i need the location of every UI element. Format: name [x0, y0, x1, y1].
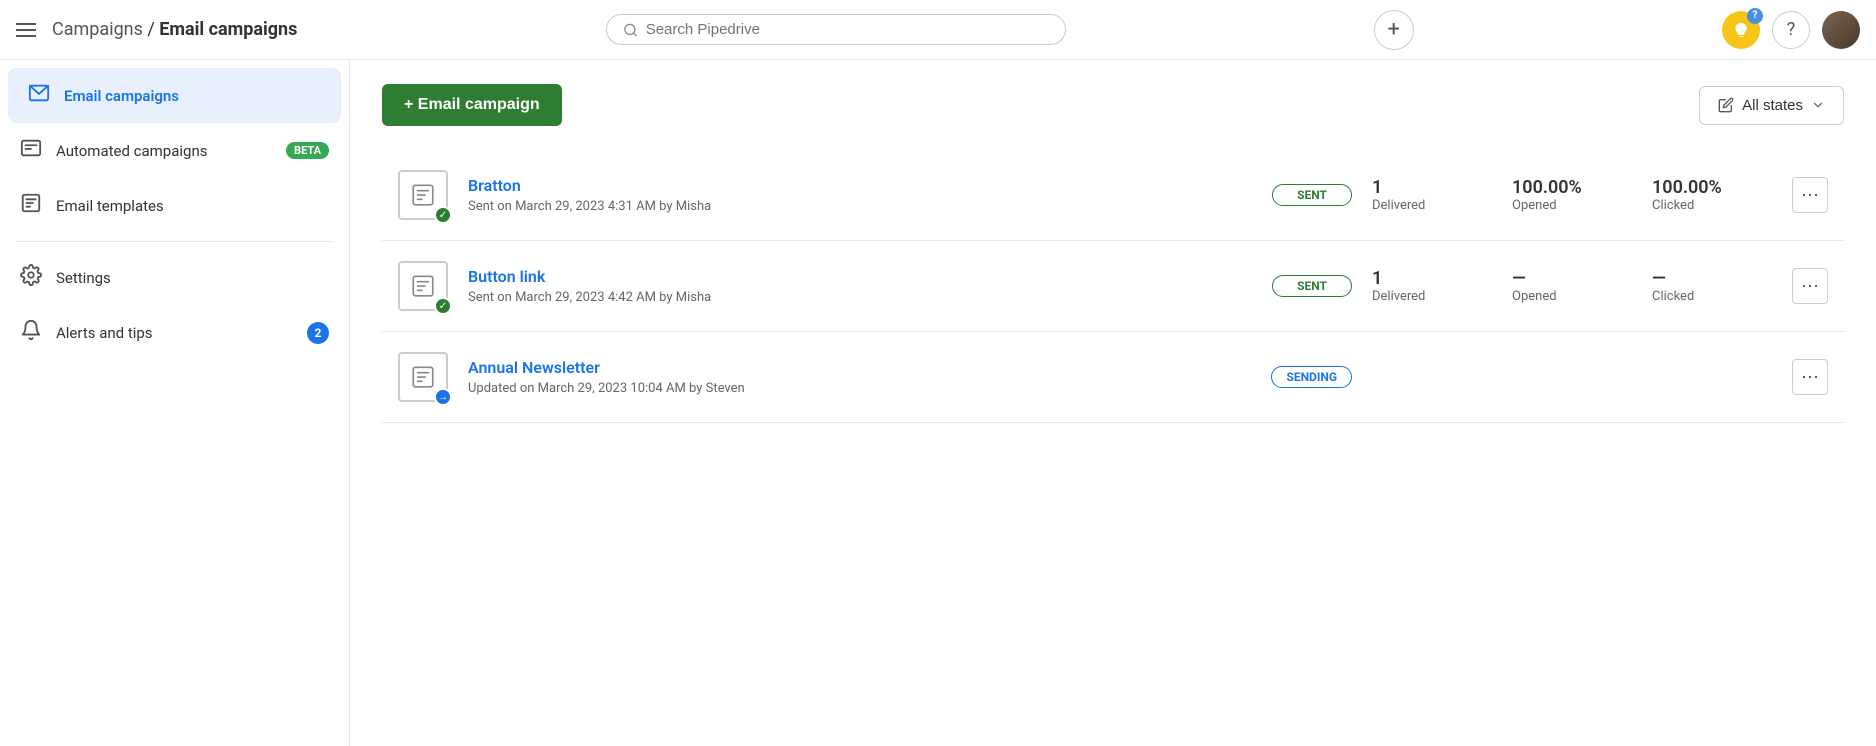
settings-icon	[20, 264, 42, 291]
stat2-label-button-link: Opened	[1512, 289, 1632, 304]
tips-badge: ?	[1747, 8, 1763, 24]
stat2-value-button-link: —	[1512, 268, 1632, 289]
edit-icon	[1718, 97, 1734, 113]
hamburger-menu[interactable]	[16, 23, 36, 37]
campaign-tag-annual-newsletter: SENDING	[1271, 366, 1352, 388]
sidebar: Email campaigns Automated campaigns BETA	[0, 60, 350, 746]
campaign-info-bratton: Bratton Sent on March 29, 2023 4:31 AM b…	[468, 176, 1252, 214]
campaign-list: ✓ Bratton Sent on March 29, 2023 4:31 AM…	[382, 150, 1844, 423]
automated-campaigns-badge: BETA	[286, 142, 329, 159]
main-header: + Email campaign All states	[382, 84, 1844, 126]
sidebar-label-email-campaigns: Email campaigns	[64, 87, 179, 105]
search-icon	[623, 22, 638, 38]
campaign-name-annual-newsletter[interactable]: Annual Newsletter	[468, 358, 1251, 377]
stat2-label-bratton: Opened	[1512, 198, 1632, 213]
campaign-name-button-link[interactable]: Button link	[468, 267, 1252, 286]
add-button[interactable]: +	[1374, 10, 1414, 50]
sidebar-label-email-templates: Email templates	[56, 197, 164, 215]
campaign-sub-annual-newsletter: Updated on March 29, 2023 10:04 AM by St…	[468, 381, 1251, 396]
stat1-value-button-link: 1	[1372, 268, 1492, 289]
email-templates-icon	[20, 192, 42, 219]
all-states-label: All states	[1742, 97, 1803, 114]
sidebar-label-settings: Settings	[56, 269, 111, 287]
campaign-sub-button-link: Sent on March 29, 2023 4:42 AM by Misha	[468, 290, 1252, 305]
status-dot-annual-newsletter: →	[434, 388, 452, 406]
campaign-icon-button-link: ✓	[398, 261, 448, 311]
topnav: Campaigns / Email campaigns + ? ?	[0, 0, 1876, 60]
campaign-icon-annual-newsletter: →	[398, 352, 448, 402]
email-campaigns-icon	[28, 82, 50, 109]
campaign-stat2-bratton: 100.00% Opened	[1512, 177, 1632, 213]
help-button[interactable]: ?	[1772, 11, 1810, 49]
chevron-down-icon	[1811, 98, 1825, 112]
sidebar-item-alerts-and-tips[interactable]: Alerts and tips 2	[0, 305, 349, 360]
table-row: → Annual Newsletter Updated on March 29,…	[382, 332, 1844, 423]
breadcrumb-parent[interactable]: Campaigns	[52, 19, 143, 40]
more-button-bratton[interactable]: ⋯	[1792, 177, 1828, 213]
search-input[interactable]	[646, 21, 1049, 38]
sidebar-divider	[16, 241, 333, 242]
stat3-label-bratton: Clicked	[1652, 198, 1772, 213]
stat3-value-button-link: —	[1652, 268, 1772, 289]
campaign-info-button-link: Button link Sent on March 29, 2023 4:42 …	[468, 267, 1252, 305]
sidebar-item-automated-campaigns[interactable]: Automated campaigns BETA	[0, 123, 349, 178]
sidebar-label-automated-campaigns: Automated campaigns	[56, 142, 208, 160]
stat1-value-bratton: 1	[1372, 177, 1492, 198]
campaign-icon-bratton: ✓	[398, 170, 448, 220]
table-row: ✓ Button link Sent on March 29, 2023 4:4…	[382, 241, 1844, 332]
stat3-label-button-link: Clicked	[1652, 289, 1772, 304]
search-bar[interactable]	[606, 14, 1066, 45]
add-campaign-button[interactable]: + Email campaign	[382, 84, 562, 126]
more-button-button-link[interactable]: ⋯	[1792, 268, 1828, 304]
more-button-annual-newsletter[interactable]: ⋯	[1792, 359, 1828, 395]
campaign-info-annual-newsletter: Annual Newsletter Updated on March 29, 2…	[468, 358, 1251, 396]
all-states-button[interactable]: All states	[1699, 86, 1844, 125]
campaign-tag-bratton: SENT	[1272, 184, 1352, 206]
campaign-stat3-bratton: 100.00% Clicked	[1652, 177, 1772, 213]
lightbulb-icon	[1732, 21, 1750, 39]
table-row: ✓ Bratton Sent on March 29, 2023 4:31 AM…	[382, 150, 1844, 241]
stat1-label-button-link: Delivered	[1372, 289, 1492, 304]
breadcrumb-current: Email campaigns	[159, 19, 297, 40]
sidebar-item-email-campaigns[interactable]: Email campaigns	[8, 68, 341, 123]
campaign-sub-bratton: Sent on March 29, 2023 4:31 AM by Misha	[468, 199, 1252, 214]
avatar[interactable]	[1822, 11, 1860, 49]
status-dot-bratton: ✓	[434, 206, 452, 224]
breadcrumb: Campaigns / Email campaigns	[52, 19, 297, 40]
automated-campaigns-icon	[20, 137, 42, 164]
campaign-name-bratton[interactable]: Bratton	[468, 176, 1252, 195]
avatar-image	[1822, 11, 1860, 49]
campaign-stat1-bratton: 1 Delivered	[1372, 177, 1492, 213]
stat3-value-bratton: 100.00%	[1652, 177, 1772, 198]
breadcrumb-separator: /	[147, 19, 159, 40]
app-layout: Email campaigns Automated campaigns BETA	[0, 60, 1876, 746]
alerts-and-tips-badge: 2	[307, 322, 329, 344]
tips-button[interactable]: ?	[1722, 11, 1760, 49]
campaign-stat1-button-link: 1 Delivered	[1372, 268, 1492, 304]
stat1-label-bratton: Delivered	[1372, 198, 1492, 213]
sidebar-label-alerts-and-tips: Alerts and tips	[56, 324, 153, 342]
alerts-icon	[20, 319, 42, 346]
main-content: + Email campaign All states	[350, 60, 1876, 746]
topnav-right: ? ?	[1722, 11, 1860, 49]
campaign-stat3-button-link: — Clicked	[1652, 268, 1772, 304]
status-dot-button-link: ✓	[434, 297, 452, 315]
stat2-value-bratton: 100.00%	[1512, 177, 1632, 198]
campaign-stat2-button-link: — Opened	[1512, 268, 1632, 304]
sidebar-item-email-templates[interactable]: Email templates	[0, 178, 349, 233]
campaign-tag-button-link: SENT	[1272, 275, 1352, 297]
sidebar-item-settings[interactable]: Settings	[0, 250, 349, 305]
